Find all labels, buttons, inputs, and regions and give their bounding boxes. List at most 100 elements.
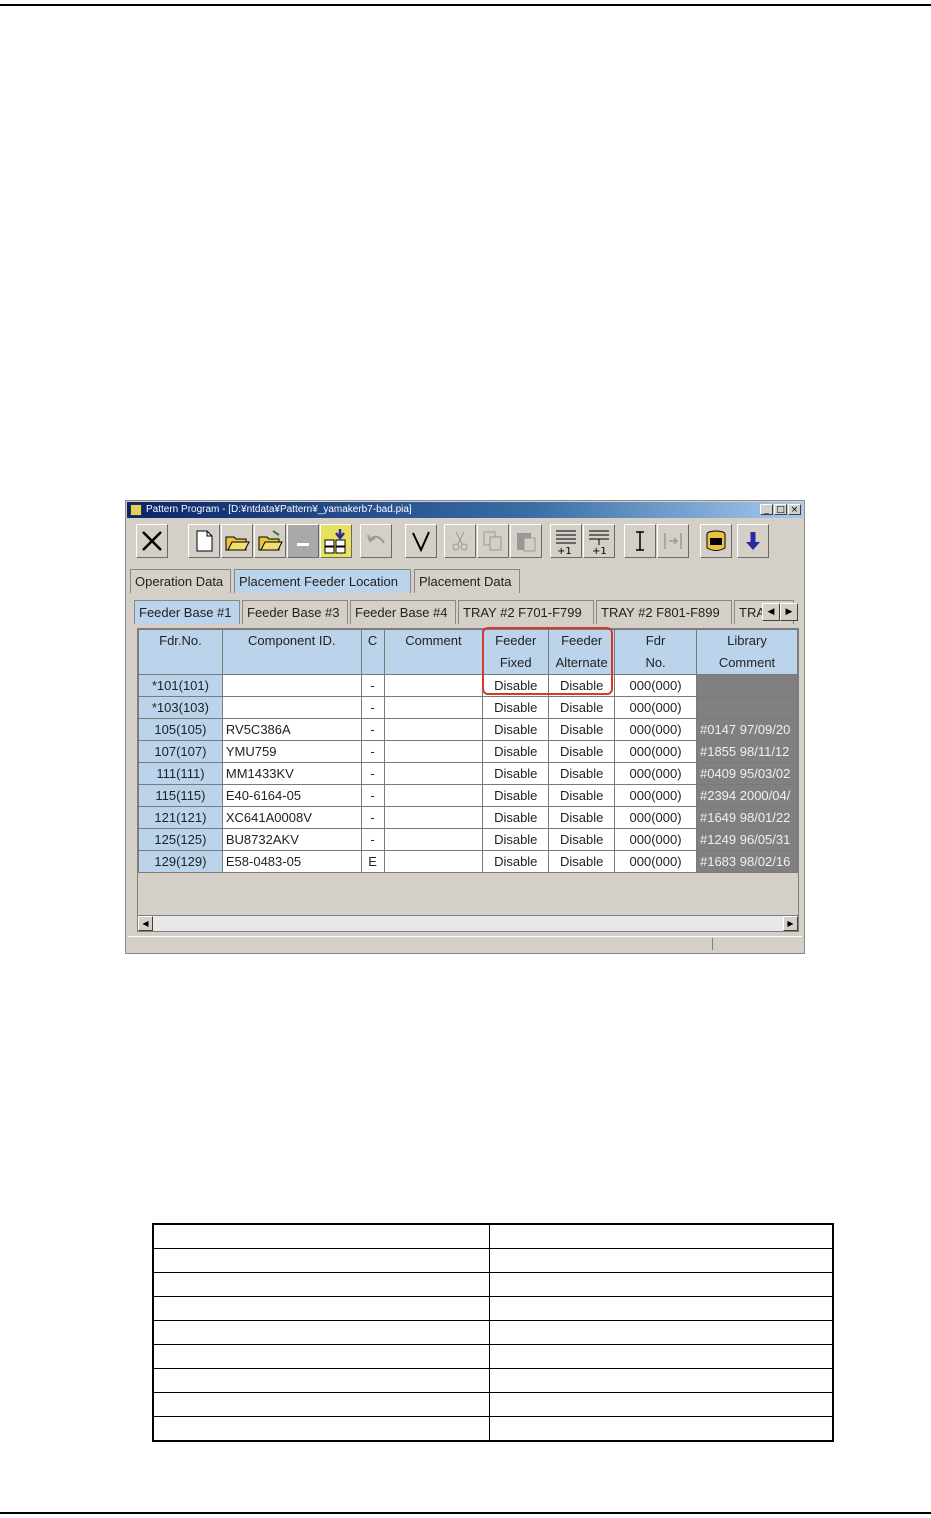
fdr-no-cell[interactable]: 000(000)	[614, 850, 697, 873]
feeder-alternate-cell[interactable]: Disable	[548, 740, 616, 763]
tab-feeder-base-3[interactable]: Feeder Base #3	[242, 600, 348, 624]
fdr-number-cell[interactable]: 105(105)	[138, 718, 223, 741]
comment-cell[interactable]	[383, 828, 484, 851]
component-id-cell[interactable]: MM1433KV	[221, 762, 362, 785]
library-comment-cell[interactable]: #1249 96/05/31	[695, 828, 798, 851]
library-comment-cell[interactable]: #0147 97/09/20	[695, 718, 798, 741]
table-row[interactable]: 121(121) XC641A0008V - Disable Disable 000(00…	[138, 806, 798, 829]
download-grid-icon[interactable]	[320, 524, 352, 558]
new-file-icon[interactable]	[188, 524, 220, 558]
increment-icon[interactable]: +1	[550, 524, 582, 558]
library-comment-cell[interactable]	[695, 674, 798, 697]
tab-tray-2-f801[interactable]: TRAY #2 F801-F899	[596, 600, 732, 624]
table-row[interactable]: *101(101) - Disable Disable 000(000)	[138, 674, 798, 697]
column-header[interactable]: C	[360, 629, 385, 675]
library-comment-cell[interactable]	[695, 696, 798, 719]
feeder-alternate-cell[interactable]: Disable	[548, 718, 616, 741]
component-id-cell[interactable]: E40-6164-05	[221, 784, 362, 807]
paste-icon[interactable]	[510, 524, 542, 558]
comment-cell[interactable]	[383, 806, 484, 829]
minimize-button[interactable]: _	[760, 504, 773, 515]
library-comment-cell[interactable]: #1683 98/02/16	[695, 850, 798, 873]
comment-cell[interactable]	[383, 696, 484, 719]
check-icon[interactable]	[405, 524, 437, 558]
tab-placement-feeder-location[interactable]: Placement Feeder Location	[234, 569, 411, 593]
component-id-cell[interactable]: E58-0483-05	[221, 850, 362, 873]
down-arrow-icon[interactable]	[737, 524, 769, 558]
increment-2-icon[interactable]: +1	[583, 524, 615, 558]
feeder-alternate-cell[interactable]: Disable	[548, 806, 616, 829]
table-row[interactable]: 111(111) MM1433KV - Disable Disable 000(000) #…	[138, 762, 798, 785]
feeder-fixed-cell[interactable]: Disable	[482, 718, 550, 741]
library-comment-cell[interactable]: #1649 98/01/22	[695, 806, 798, 829]
library-comment-cell[interactable]: #1855 98/11/12	[695, 740, 798, 763]
open-folder-icon[interactable]	[221, 524, 253, 558]
scroll-left-icon[interactable]: ◀	[138, 916, 153, 931]
fdr-no-cell[interactable]: 000(000)	[614, 740, 697, 763]
comment-cell[interactable]	[383, 674, 484, 697]
c-cell[interactable]: -	[360, 828, 385, 851]
c-cell[interactable]: -	[360, 762, 385, 785]
fdr-no-cell[interactable]: 000(000)	[614, 718, 697, 741]
copy-icon[interactable]	[477, 524, 509, 558]
c-cell[interactable]: E	[360, 850, 385, 873]
library-comment-cell[interactable]: #0409 95/03/02	[695, 762, 798, 785]
column-header[interactable]: Comment	[383, 629, 484, 675]
table-row[interactable]: *103(103) - Disable Disable 000(000)	[138, 696, 798, 719]
fdr-number-cell[interactable]: *103(103)	[138, 696, 223, 719]
feeder-alternate-cell[interactable]: Disable	[548, 696, 616, 719]
c-cell[interactable]: -	[360, 696, 385, 719]
fdr-number-cell[interactable]: 107(107)	[138, 740, 223, 763]
component-id-cell[interactable]	[221, 674, 362, 697]
undo-icon[interactable]	[360, 524, 392, 558]
library-comment-cell[interactable]: #2394 2000/04/	[695, 784, 798, 807]
fdr-no-cell[interactable]: 000(000)	[614, 696, 697, 719]
comment-cell[interactable]	[383, 740, 484, 763]
minus-icon[interactable]	[287, 524, 319, 558]
tab-feeder-base-4[interactable]: Feeder Base #4	[350, 600, 456, 624]
column-header[interactable]: Fdr No.	[614, 629, 697, 675]
comment-cell[interactable]	[383, 762, 484, 785]
open-folder-2-icon[interactable]	[254, 524, 286, 558]
column-header[interactable]: Fdr.No.	[138, 629, 223, 675]
comment-cell[interactable]	[383, 784, 484, 807]
fdr-number-cell[interactable]: 129(129)	[138, 850, 223, 873]
c-cell[interactable]: -	[360, 740, 385, 763]
fdr-no-cell[interactable]: 000(000)	[614, 806, 697, 829]
feeder-fixed-cell[interactable]: Disable	[482, 696, 550, 719]
fdr-no-cell[interactable]: 000(000)	[614, 784, 697, 807]
c-cell[interactable]: -	[360, 718, 385, 741]
close-icon[interactable]	[136, 524, 168, 558]
tab-tray-2-f701[interactable]: TRAY #2 F701-F799	[458, 600, 594, 624]
column-header[interactable]: Component ID.	[221, 629, 362, 675]
tab-feeder-base-1[interactable]: Feeder Base #1	[134, 600, 240, 624]
fdr-number-cell[interactable]: 111(111)	[138, 762, 223, 785]
fdr-number-cell[interactable]: *101(101)	[138, 674, 223, 697]
maximize-button[interactable]: □	[774, 504, 787, 515]
scroll-right-icon[interactable]: ▶	[783, 916, 798, 931]
table-row[interactable]: 115(115) E40-6164-05- Disable Disable 000(00…	[138, 784, 798, 807]
cursor-icon[interactable]	[624, 524, 656, 558]
feeder-fixed-cell[interactable]: Disable	[482, 762, 550, 785]
feeder-fixed-cell[interactable]: Disable	[482, 784, 550, 807]
feeder-alternate-cell[interactable]: Disable	[548, 784, 616, 807]
comment-cell[interactable]	[383, 850, 484, 873]
tab-scroll-left-icon[interactable]: ◀	[762, 603, 780, 621]
table-row[interactable]: 129(129) E58-0483-05 E Disable Disable 000(00…	[138, 850, 798, 873]
comment-cell[interactable]	[383, 718, 484, 741]
tab-placement-data[interactable]: Placement Data	[414, 569, 520, 593]
component-id-cell[interactable]: YMU759	[221, 740, 362, 763]
table-row[interactable]: 125(125) BU8732AKV - Disable Disable 000(000)…	[138, 828, 798, 851]
feeder-alternate-cell[interactable]: Disable	[548, 850, 616, 873]
fdr-number-cell[interactable]: 125(125)	[138, 828, 223, 851]
fdr-no-cell[interactable]: 000(000)	[614, 674, 697, 697]
tab-scroll-right-icon[interactable]: ▶	[780, 603, 798, 621]
table-row[interactable]: 105(105) RV5C386A - Disable Disable 000(000) #…	[138, 718, 798, 741]
c-cell[interactable]: -	[360, 784, 385, 807]
c-cell[interactable]: -	[360, 674, 385, 697]
component-id-cell[interactable]: XC641A0008V	[221, 806, 362, 829]
feeder-fixed-cell[interactable]: Disable	[482, 850, 550, 873]
fdr-no-cell[interactable]: 000(000)	[614, 828, 697, 851]
tab-operation-data[interactable]: Operation Data	[130, 569, 231, 593]
fdr-number-cell[interactable]: 115(115)	[138, 784, 223, 807]
